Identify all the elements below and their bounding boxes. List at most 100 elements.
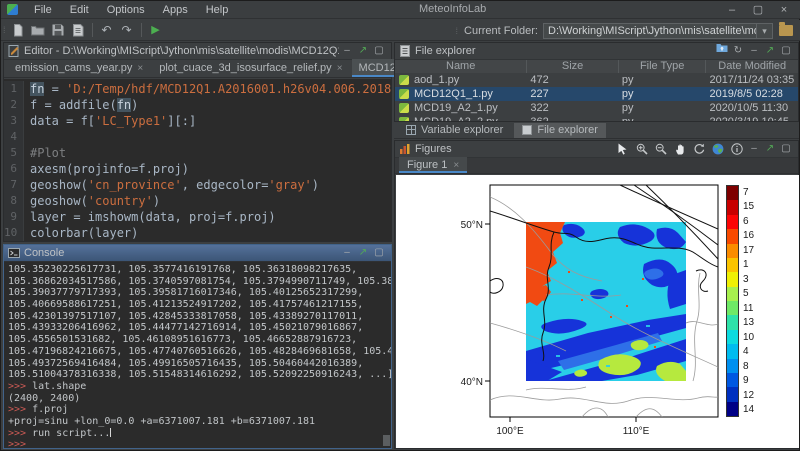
file-date-cell: 2020/3/19 10:45 <box>705 116 798 121</box>
close-window-icon[interactable]: × <box>771 1 797 19</box>
figure-tab[interactable]: Figure 1 × <box>399 157 467 173</box>
maximize-panel-icon[interactable]: ▢ <box>371 245 387 261</box>
column-header[interactable]: Size <box>526 60 618 73</box>
close-tab-icon[interactable]: × <box>453 160 459 171</box>
grid-icon <box>406 125 416 135</box>
code-line: 3data = f['LC_Type1'][:] <box>4 113 391 129</box>
editor-tab[interactable]: plot_cuace_3d_isosurface_relief.py× <box>152 59 349 77</box>
zoom-out-icon[interactable] <box>651 141 670 157</box>
open-parent-folder-icon[interactable] <box>714 43 730 59</box>
file-explorer-header: File explorer ↻ – ↗ ▢ <box>395 43 798 60</box>
minimize-panel-icon[interactable]: – <box>746 43 762 59</box>
console-line: >>> lat.shape <box>8 381 391 393</box>
float-panel-icon[interactable]: ↗ <box>762 43 778 59</box>
maximize-panel-icon[interactable]: ▢ <box>371 43 387 59</box>
code-token: 'LC_Type1' <box>95 114 167 128</box>
console-panel-controls: – ↗ ▢ <box>339 245 387 261</box>
save-icon[interactable] <box>49 22 67 38</box>
file-size-cell: 362 <box>526 116 618 121</box>
tab-variable-explorer[interactable]: Variable explorer <box>398 123 511 138</box>
close-tab-icon[interactable]: × <box>137 63 143 74</box>
table-row[interactable]: MCD19_A2_2.py362py2020/3/19 10:45 <box>395 115 798 121</box>
console-text: 105.35230225617731, 105.3577416191768, 1… <box>8 264 357 275</box>
minimize-panel-icon[interactable]: – <box>339 43 355 59</box>
current-folder-combobox[interactable]: D:\Working\MIScript\Jython\mis\satellite… <box>543 23 773 39</box>
run-script-icon[interactable]: ▶ <box>147 22 165 38</box>
tab-label: Variable explorer <box>421 124 503 136</box>
table-row[interactable]: aod_1.py472py2017/11/24 03:35 <box>395 73 798 87</box>
code-text: geoshow('country') <box>24 193 160 209</box>
float-panel-icon[interactable]: ↗ <box>355 245 371 261</box>
console-output[interactable]: 105.35230225617731, 105.3577416191768, 1… <box>4 262 391 448</box>
file-table[interactable]: NameSizeFile TypeDate Modifiedaod_1.py47… <box>395 60 798 121</box>
info-icon[interactable] <box>727 141 746 157</box>
code-token: ) <box>131 98 138 112</box>
maximize-panel-icon[interactable]: ▢ <box>778 141 794 157</box>
undo-icon[interactable]: ↶ <box>98 22 116 38</box>
minimize-panel-icon[interactable]: – <box>746 141 762 157</box>
menu-item-options[interactable]: Options <box>98 4 154 16</box>
line-number: 8 <box>4 193 24 209</box>
code-editor[interactable]: 1fn = 'D:/Temp/hdf/MCD12Q1.A2016001.h26v… <box>4 79 391 241</box>
app-logo-icon <box>7 4 18 15</box>
colorbar-value: 7 <box>743 185 754 200</box>
menu-item-help[interactable]: Help <box>197 4 238 16</box>
redo-icon[interactable]: ↷ <box>118 22 136 38</box>
folder-bar-drag-handle: ⁞ <box>456 26 458 36</box>
landcover-raster <box>526 222 686 381</box>
globe-icon[interactable] <box>708 141 727 157</box>
editor-tab[interactable]: emission_cams_year.py× <box>8 59 150 77</box>
column-header[interactable]: Name <box>395 60 526 73</box>
console-line: 105.4556501531682, 105.46108951616773, 1… <box>8 334 391 346</box>
page-icon <box>522 125 532 135</box>
file-date-cell: 2019/8/5 02:28 <box>705 88 798 100</box>
menu-item-file[interactable]: File <box>25 4 61 16</box>
colorbar: 715616171351113104891214 <box>726 185 754 417</box>
colorbar-value: 13 <box>743 316 754 331</box>
close-tab-icon[interactable]: × <box>337 63 343 74</box>
line-number: 3 <box>4 113 24 129</box>
maximize-window-icon[interactable]: ▢ <box>745 1 771 19</box>
new-script-icon[interactable] <box>9 22 27 38</box>
zoom-in-icon[interactable] <box>632 141 651 157</box>
colorbar-value: 17 <box>743 243 754 258</box>
pan-hand-icon[interactable] <box>670 141 689 157</box>
code-text: fn = 'D:/Temp/hdf/MCD12Q1.A2016001.h26v0… <box>24 81 391 97</box>
table-header-row: NameSizeFile TypeDate Modified <box>395 60 798 73</box>
column-header[interactable]: Date Modified <box>705 60 798 73</box>
float-panel-icon[interactable]: ↗ <box>762 141 778 157</box>
colorbar-value: 9 <box>743 374 754 389</box>
cursor-icon[interactable] <box>613 141 632 157</box>
figures-toolbar <box>613 141 746 157</box>
code-token: geoshow( <box>30 178 88 192</box>
maximize-panel-icon[interactable]: ▢ <box>778 43 794 59</box>
code-line: 6axesm(projinfo=f.proj) <box>4 161 391 177</box>
browse-folder-icon[interactable] <box>779 25 793 36</box>
table-row[interactable]: MCD12Q1_1.py227py2019/8/5 02:28 <box>395 87 798 101</box>
code-token: 'gray' <box>268 178 311 192</box>
menu-item-apps[interactable]: Apps <box>154 4 197 16</box>
open-file-icon[interactable] <box>29 22 47 38</box>
colorbar-cell <box>727 258 738 272</box>
menu-item-edit[interactable]: Edit <box>61 4 98 16</box>
colorbar-value: 4 <box>743 345 754 360</box>
save-as-icon[interactable] <box>69 22 87 38</box>
table-row[interactable]: MCD19_A2_1.py322py2020/10/5 11:30 <box>395 101 798 115</box>
float-panel-icon[interactable]: ↗ <box>355 43 371 59</box>
line-number: 2 <box>4 97 24 113</box>
rotate-icon[interactable] <box>689 141 708 157</box>
refresh-icon[interactable]: ↻ <box>730 43 746 59</box>
tab-file-explorer[interactable]: File explorer <box>514 123 606 138</box>
console-text: lat.shape <box>32 381 86 392</box>
colorbar-value: 14 <box>743 403 754 418</box>
console-line: 105.49372569416484, 105.49916505716435, … <box>8 358 391 370</box>
column-header[interactable]: File Type <box>618 60 706 73</box>
python-file-icon <box>399 117 409 121</box>
console-scrollbar-thumb[interactable] <box>383 435 390 446</box>
minimize-window-icon[interactable]: – <box>719 1 745 19</box>
file-name: MCD19_A2_2.py <box>414 116 498 121</box>
figure-canvas[interactable]: 50°N 40°N 100°E 110°E 715616171351113104… <box>396 175 799 448</box>
chevron-down-icon[interactable]: ▾ <box>756 24 772 38</box>
minimize-panel-icon[interactable]: – <box>339 245 355 261</box>
code-token: 'D:/Temp/hdf/MCD12Q1.A2016001.h26v04.006… <box>66 82 391 96</box>
